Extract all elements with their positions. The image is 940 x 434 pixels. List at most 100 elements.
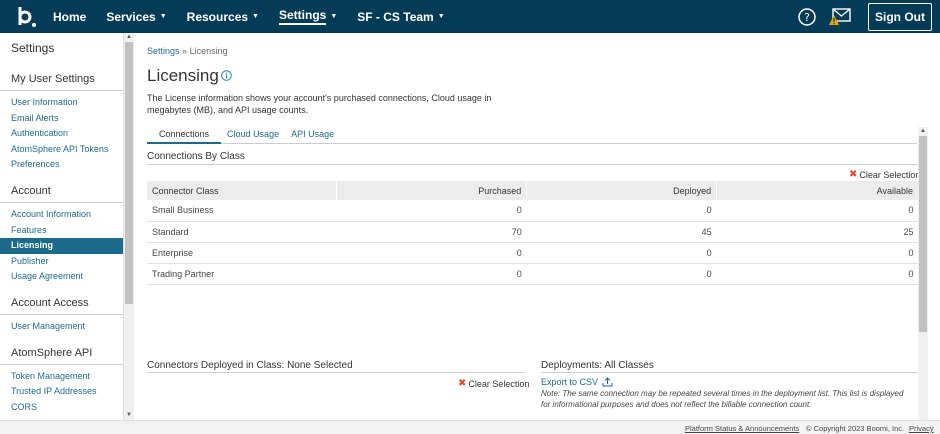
help-icon[interactable]: ? <box>798 8 816 26</box>
svg-text:?: ? <box>804 11 810 24</box>
clear-selection-button[interactable]: ✖ Clear Selection <box>849 169 920 180</box>
export-upload-icon <box>602 377 613 387</box>
sidebar-section-heading: AtomSphere API <box>11 346 93 359</box>
sidebar-item-account-information[interactable]: Account Information <box>0 207 123 223</box>
table-cell: 0 <box>716 242 919 264</box>
chevron-down-icon: ▼ <box>437 13 445 20</box>
table-cell: 25 <box>716 221 919 243</box>
sidebar-item-user-information[interactable]: User Information <box>0 95 123 111</box>
deployments-note: Note: The same connection may be repeate… <box>541 389 904 409</box>
boomi-logo-icon[interactable] <box>15 5 39 29</box>
deployments-title: Deployments: All Classes <box>541 360 654 371</box>
clear-x-icon: ✖ <box>849 169 858 180</box>
licensing-tabs: Connections Cloud Usage API Usage <box>147 124 917 144</box>
nav-services[interactable]: Services ▼ <box>106 0 166 33</box>
notifications-mail-warning-icon[interactable] <box>829 8 851 26</box>
sidebar-divider <box>0 201 123 203</box>
connections-table: Connector Class Purchased Deployed Availabl… <box>147 181 919 285</box>
scroll-up-arrow-icon[interactable]: ▲ <box>918 127 928 136</box>
nav-label: Home <box>53 9 87 24</box>
section-divider <box>147 372 525 373</box>
sidebar-item-email-alerts[interactable]: Email Alerts <box>0 111 123 127</box>
export-label: Export to CSV <box>541 377 599 387</box>
table-cell: 0 <box>336 200 527 222</box>
column-header[interactable]: Connector Class <box>147 181 338 200</box>
main-scroll-thumb[interactable] <box>919 136 927 332</box>
sidebar-scroll-thumb[interactable] <box>125 42 133 304</box>
privacy-link[interactable]: Privacy <box>909 424 934 433</box>
settings-sidebar: Settings My User Settings User Informatio… <box>0 33 124 420</box>
clear-x-icon: ✖ <box>458 378 467 389</box>
tab-api-usage[interactable]: API Usage <box>285 124 340 144</box>
connectors-deployed-title: Connectors Deployed in Class: None Selec… <box>147 360 353 371</box>
nav-sf-cs-team[interactable]: SF - CS Team ▼ <box>357 0 444 33</box>
breadcrumb-settings-link[interactable]: Settings <box>147 46 180 56</box>
sidebar-section-heading: Account Access <box>11 296 89 309</box>
column-header[interactable]: Purchased <box>336 181 528 200</box>
table-cell: 0 <box>526 263 717 285</box>
sidebar-item-features[interactable]: Features <box>0 223 123 239</box>
sidebar-section-heading: Account <box>11 184 51 197</box>
sidebar-divider <box>0 313 123 315</box>
table-cell: Trading Partner <box>147 263 337 285</box>
sidebar-item-licensing[interactable]: Licensing <box>0 238 123 254</box>
table-row[interactable]: Small Business 0 0 0 <box>147 200 919 222</box>
table-cell: 45 <box>526 221 717 243</box>
main-content: Settings » Licensing Licensing The Licen… <box>134 33 940 420</box>
sidebar-scrollbar[interactable]: ▲ ▼ <box>124 33 134 420</box>
table-cell: 0 <box>526 242 717 264</box>
footer: Platform Status & Announcements © Copyri… <box>0 420 940 434</box>
clear-selection-deployed-button[interactable]: ✖ Clear Selection <box>458 378 529 389</box>
nav-home[interactable]: Home <box>53 0 86 33</box>
table-cell: Standard <box>147 221 337 243</box>
page-title: Licensing <box>147 66 219 85</box>
table-cell: 0 <box>336 263 527 285</box>
tab-connections[interactable]: Connections <box>147 124 222 144</box>
chevron-down-icon: ▼ <box>252 13 259 20</box>
chevron-down-icon: ▼ <box>159 13 167 20</box>
nav-settings[interactable]: Settings ▼ <box>278 0 337 33</box>
scroll-down-arrow-icon[interactable]: ▼ <box>124 411 134 420</box>
breadcrumb-separator: » <box>182 46 188 56</box>
breadcrumb: Settings » Licensing <box>147 46 228 56</box>
sidebar-item-cors[interactable]: CORS <box>0 400 123 416</box>
sidebar-item-token-management[interactable]: Token Management <box>0 369 123 385</box>
sidebar-divider <box>0 90 123 91</box>
sidebar-item-publisher[interactable]: Publisher <box>0 254 123 270</box>
nav-label: Services <box>106 9 156 24</box>
main-nav: Home Services ▼ Resources ▼ Settings ▼ SF - CS … <box>53 0 465 33</box>
main-scrollbar[interactable]: ▲ <box>918 127 928 420</box>
column-header[interactable]: Available <box>716 181 919 200</box>
table-cell: 0 <box>526 200 717 222</box>
sign-out-button[interactable]: Sign Out <box>868 3 932 31</box>
sidebar-divider <box>0 363 123 365</box>
sidebar-item-authentication[interactable]: Authentication <box>0 126 123 142</box>
table-cell: 0 <box>716 263 919 285</box>
section-divider <box>147 164 919 165</box>
nav-resources[interactable]: Resources ▼ <box>187 0 259 33</box>
table-row[interactable]: Standard 70 45 25 <box>147 221 919 243</box>
sidebar-item-user-management[interactable]: User Management <box>0 319 123 335</box>
scroll-up-arrow-icon[interactable]: ▲ <box>124 33 134 42</box>
clear-selection-label: Clear Selection <box>859 169 921 180</box>
sidebar-item-trusted-ip-addresses[interactable]: Trusted IP Addresses <box>0 384 123 400</box>
clear-selection-label: Clear Selection <box>468 378 530 389</box>
table-cell: Small Business <box>147 200 337 222</box>
table-cell: 0 <box>336 242 527 264</box>
top-navigation-bar: Home Services ▼ Resources ▼ Settings ▼ SF - CS … <box>0 0 940 33</box>
table-row[interactable]: Enterprise 0 0 0 <box>147 242 919 264</box>
platform-status-link[interactable]: Platform Status & Announcements <box>685 424 799 433</box>
breadcrumb-current: Licensing <box>189 46 228 56</box>
table-cell: 0 <box>716 200 919 222</box>
sidebar-title: Settings <box>11 41 55 55</box>
column-header[interactable]: Deployed <box>526 181 718 200</box>
nav-label: Resources <box>186 9 249 24</box>
section-divider <box>541 372 919 373</box>
tab-cloud-usage[interactable]: Cloud Usage <box>221 124 285 144</box>
sidebar-item-usage-agreement[interactable]: Usage Agreement <box>0 269 123 285</box>
info-icon[interactable] <box>221 70 232 81</box>
sidebar-item-preferences[interactable]: Preferences <box>0 157 123 173</box>
export-to-csv-link[interactable]: Export to CSV <box>541 377 613 387</box>
table-row[interactable]: Trading Partner 0 0 0 <box>147 263 919 285</box>
sidebar-item-atomsphere-api-tokens[interactable]: AtomSphere API Tokens <box>0 142 123 158</box>
